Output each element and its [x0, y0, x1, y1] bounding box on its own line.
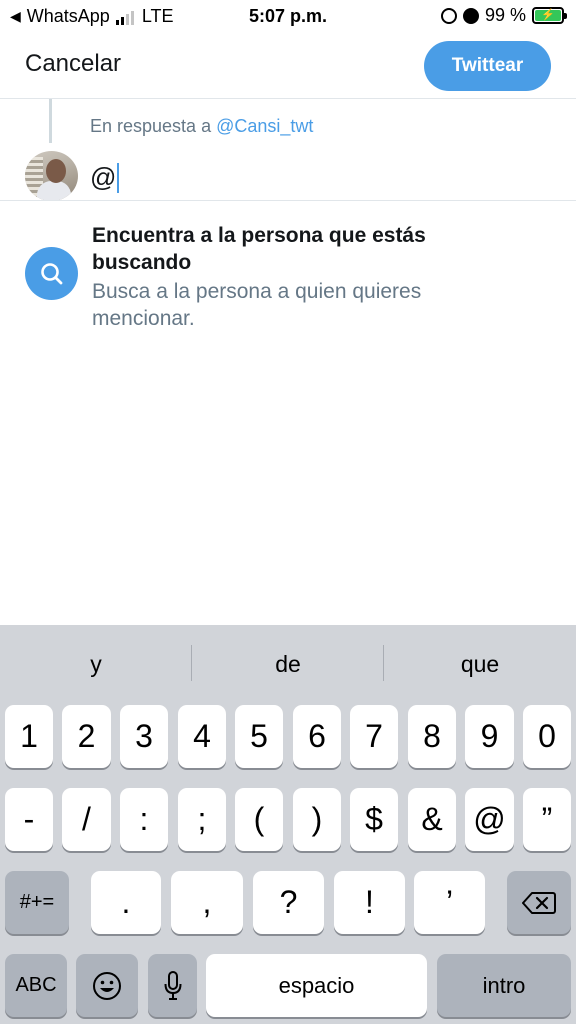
key-question[interactable]: ? [253, 871, 324, 934]
keyboard: y de que 1 2 3 4 5 6 7 8 9 0 - / : ; ( )… [0, 625, 576, 1024]
prediction-1[interactable]: y [0, 625, 192, 703]
prediction-3[interactable]: que [384, 625, 576, 703]
key-6[interactable]: 6 [293, 705, 341, 768]
battery-icon: ⚡ [532, 7, 567, 24]
emoji-icon [93, 971, 121, 1000]
key-quote[interactable]: ” [523, 788, 571, 851]
dictation-key[interactable] [148, 954, 197, 1017]
key-at[interactable]: @ [465, 788, 514, 851]
key-7[interactable]: 7 [350, 705, 398, 768]
header-divider [0, 98, 576, 99]
battery-percent: 99 % [484, 5, 526, 25]
key-semicolon[interactable]: ; [178, 788, 226, 851]
key-hyphen[interactable]: - [5, 788, 53, 851]
key-more-symbols[interactable]: #+= [5, 871, 69, 934]
search-icon [25, 247, 78, 300]
key-abc[interactable]: ABC [5, 954, 67, 1017]
alarm-icon [462, 7, 479, 24]
status-bar: ◀ WhatsApp LTE 5:07 p.m. 99 % ⚡ [0, 0, 576, 34]
space-key[interactable]: espacio [206, 954, 427, 1017]
reply-prefix: En respuesta a [90, 116, 212, 136]
backspace-icon [522, 891, 556, 914]
reply-to-label: En respuesta a @Cansi_twt [90, 116, 313, 137]
key-8[interactable]: 8 [408, 705, 456, 768]
status-bar-right: 99 % ⚡ [440, 5, 567, 26]
key-slash[interactable]: / [62, 788, 111, 851]
key-0[interactable]: 0 [523, 705, 571, 768]
key-4[interactable]: 4 [178, 705, 226, 768]
key-close-paren[interactable]: ) [293, 788, 341, 851]
key-9[interactable]: 9 [465, 705, 514, 768]
key-period[interactable]: . [91, 871, 161, 934]
key-5[interactable]: 5 [235, 705, 283, 768]
tweet-text-value: @ [90, 162, 117, 192]
emoji-key[interactable] [76, 954, 138, 1017]
microphone-icon [164, 970, 181, 1000]
cancel-button[interactable]: Cancelar [25, 50, 121, 78]
reply-handle-link[interactable]: @Cansi_twt [216, 116, 313, 136]
delete-key[interactable] [507, 871, 571, 934]
orientation-lock-icon [440, 7, 457, 24]
key-2[interactable]: 2 [62, 705, 111, 768]
key-comma[interactable]: , [171, 871, 243, 934]
tweet-button[interactable]: Twittear [424, 41, 551, 91]
key-open-paren[interactable]: ( [235, 788, 283, 851]
return-key[interactable]: intro [437, 954, 571, 1017]
key-1[interactable]: 1 [5, 705, 53, 768]
mention-hint-title: Encuentra a la persona que estás buscand… [92, 224, 426, 274]
tweet-text-input[interactable]: @ [90, 162, 120, 193]
key-3[interactable]: 3 [120, 705, 168, 768]
key-apostrophe[interactable]: ’ [414, 871, 485, 934]
predictive-bar: y de que [0, 625, 576, 703]
key-ampersand[interactable]: & [408, 788, 456, 851]
key-exclamation[interactable]: ! [334, 871, 405, 934]
thread-connector [49, 99, 52, 143]
key-dollar[interactable]: $ [350, 788, 398, 851]
avatar [25, 151, 78, 201]
compose-divider [0, 200, 576, 201]
compose-header: Cancelar Twittear [0, 34, 576, 98]
mention-hint-subtitle: Busca a la persona a quien quieres menci… [92, 280, 422, 330]
key-colon[interactable]: : [120, 788, 168, 851]
text-cursor [117, 162, 120, 193]
charging-bolt-icon: ⚡ [535, 10, 561, 21]
prediction-2[interactable]: de [192, 625, 384, 703]
